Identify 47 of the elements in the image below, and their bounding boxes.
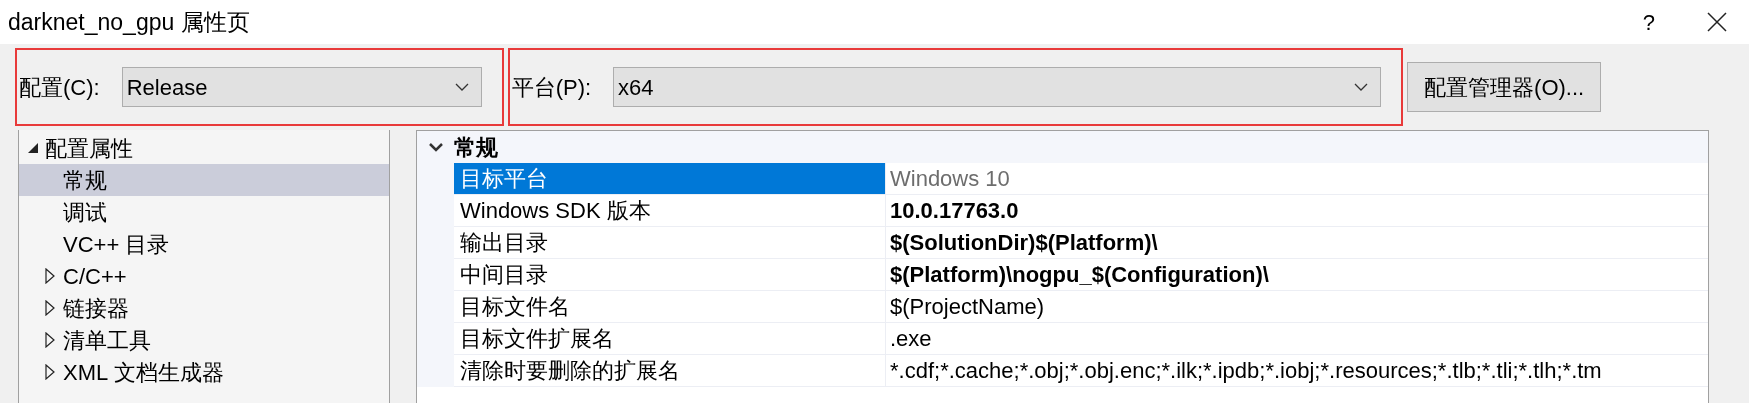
tree-label: 调试 — [63, 198, 107, 227]
property-value: 10.0.17763.0 — [885, 195, 1708, 227]
property-name[interactable]: 目标平台 — [454, 163, 885, 195]
configuration-manager-button[interactable]: 配置管理器(O)... — [1407, 62, 1602, 112]
property-value: $(Platform)\nogpu_$(Configuration)\ — [885, 259, 1708, 291]
window-title: darknet_no_gpu 属性页 — [8, 7, 250, 37]
collapsed-triangle-icon[interactable] — [45, 364, 55, 380]
tree-label: 清单工具 — [63, 326, 151, 355]
chevron-down-icon — [1354, 83, 1369, 91]
property-name[interactable]: 中间目录 — [454, 259, 885, 291]
help-button[interactable]: ? — [1642, 5, 1655, 39]
tree-item[interactable]: C/C++ — [19, 260, 389, 292]
combo-label: 配置(C): — [19, 73, 100, 102]
close-icon[interactable] — [1707, 12, 1727, 32]
dropdown[interactable]: Release — [121, 67, 482, 107]
property-value: $(ProjectName) — [885, 291, 1708, 323]
collapsed-triangle-icon[interactable] — [45, 300, 55, 316]
tree-label: 链接器 — [63, 294, 129, 323]
property-name[interactable]: 目标文件扩展名 — [454, 323, 885, 355]
category-header: 常规 — [454, 133, 498, 162]
tree-item[interactable]: XML 文档生成器 — [19, 356, 389, 388]
property-name[interactable]: Windows SDK 版本 — [454, 195, 885, 227]
tree-item[interactable]: 调试 — [19, 196, 389, 228]
chevron-down-icon — [454, 83, 469, 91]
property-value: Windows 10 — [885, 163, 1708, 195]
tree-item[interactable]: 链接器 — [19, 292, 389, 324]
tree-label: VC++ 目录 — [63, 230, 170, 259]
tree-item[interactable]: 清单工具 — [19, 324, 389, 356]
tree-item[interactable]: VC++ 目录 — [19, 228, 389, 260]
property-value: *.cdf;*.cache;*.obj;*.obj.enc;*.ilk;*.ipdb;*.iobj;*.resources;*.tlb;*.tli;*.tlh;*.tm — [885, 355, 1708, 387]
tree-label: 常规 — [63, 166, 107, 195]
expanded-triangle-icon[interactable] — [27, 142, 39, 154]
property-name[interactable]: 输出目录 — [454, 227, 885, 259]
collapsed-triangle-icon[interactable] — [45, 332, 55, 348]
tree-label: XML 文档生成器 — [63, 358, 224, 387]
tree-label: 配置属性 — [45, 134, 133, 163]
dropdown[interactable]: x64 — [613, 67, 1382, 107]
property-name[interactable]: 清除时要删除的扩展名 — [454, 355, 885, 387]
collapsed-triangle-icon[interactable] — [45, 268, 55, 284]
tree-item[interactable]: 配置属性 — [19, 132, 389, 164]
tree-item[interactable]: 常规 — [19, 164, 389, 196]
combo-label: 平台(P): — [511, 73, 592, 102]
chevron-down-icon[interactable] — [427, 142, 444, 152]
property-value: .exe — [885, 323, 1708, 355]
tree-label: C/C++ — [63, 262, 127, 291]
property-value: $(SolutionDir)$(Platform)\ — [885, 227, 1708, 259]
property-name[interactable]: 目标文件名 — [454, 291, 885, 323]
